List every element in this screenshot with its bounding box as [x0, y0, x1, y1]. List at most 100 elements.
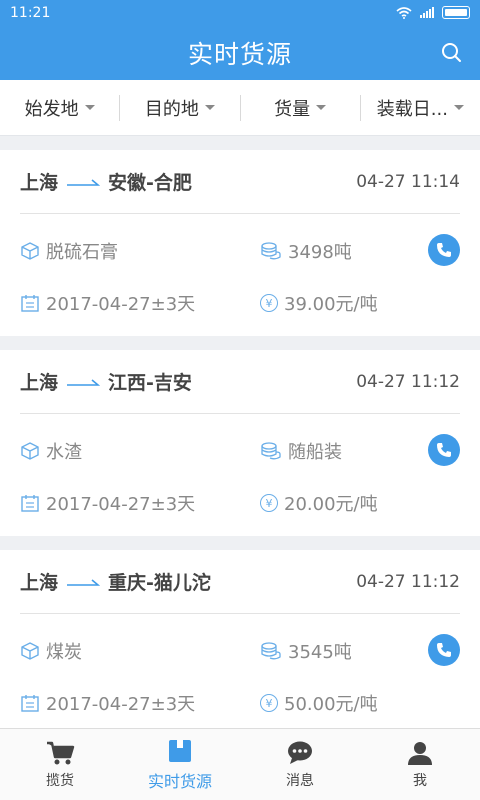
calendar-icon — [21, 295, 39, 312]
filter-quantity[interactable]: 货量 — [241, 94, 361, 121]
nav-label: 揽货 — [46, 772, 74, 789]
chat-icon — [288, 741, 312, 764]
filter-label: 货量 — [274, 98, 311, 120]
quantity-value: 随船装 — [288, 442, 342, 463]
freight-price: ¥ 20.00元/吨 — [260, 490, 378, 516]
route: 上海 江西-吉安 — [20, 368, 192, 395]
yen-icon: ¥ — [260, 694, 278, 712]
destination: 江西-吉安 — [108, 372, 192, 394]
nav-label: 实时货源 — [147, 771, 212, 791]
card-body: 水渣 随船装 2017-04-27±3天 ¥ 20.00元/吨 — [0, 414, 480, 536]
calendar-icon — [21, 695, 39, 712]
cube-icon — [21, 642, 39, 660]
caret-down-icon — [453, 105, 464, 110]
cargo-name: 水渣 — [46, 442, 82, 463]
cart-icon — [47, 741, 75, 764]
app-header: 实时货源 — [0, 25, 480, 80]
price-value: 39.00元/吨 — [284, 294, 378, 315]
nav-label: 我 — [413, 772, 427, 789]
cargo-quantity: 随船装 — [260, 438, 342, 464]
cargo-type: 水渣 — [20, 438, 82, 464]
post-time: 04-27 11:14 — [356, 171, 460, 192]
card-header: 上海 江西-吉安 04-27 11:12 — [20, 350, 460, 414]
user-icon — [408, 741, 432, 765]
route-arrow-icon — [67, 378, 101, 386]
phone-icon — [437, 643, 451, 657]
filter-label: 目的地 — [144, 98, 199, 120]
status-bar: 11:21 — [0, 0, 480, 25]
caret-down-icon — [316, 105, 327, 110]
wifi-icon — [396, 6, 412, 19]
cargo-type: 煤炭 — [20, 638, 82, 664]
caret-down-icon — [204, 105, 215, 110]
cargo-card[interactable]: 上海 重庆-猫儿沱 04-27 11:12 煤炭 3545吨 2017-04-2… — [0, 550, 480, 736]
cargo-card[interactable]: 上海 安徽-合肥 04-27 11:14 脱硫石膏 3498吨 2017-04-… — [0, 150, 480, 336]
nav-item-me[interactable]: 我 — [360, 729, 480, 800]
route-arrow-icon — [67, 178, 101, 186]
post-time: 04-27 11:12 — [356, 571, 460, 592]
caret-down-icon — [84, 105, 95, 110]
filter-label: 装载日... — [376, 98, 448, 120]
destination: 安徽-合肥 — [108, 172, 192, 194]
call-button[interactable] — [428, 634, 460, 666]
card-body: 脱硫石膏 3498吨 2017-04-27±3天 ¥ 39.00元/吨 — [0, 214, 480, 336]
page-title: 实时货源 — [187, 39, 292, 69]
status-time: 11:21 — [10, 4, 51, 21]
price-value: 20.00元/吨 — [284, 494, 378, 515]
yen-icon: ¥ — [260, 294, 278, 312]
cargo-card[interactable]: 上海 江西-吉安 04-27 11:12 水渣 随船装 2017-04-27±3… — [0, 350, 480, 536]
load-date: 2017-04-27±3天 — [20, 490, 195, 516]
origin: 上海 — [20, 372, 59, 394]
cargo-name: 脱硫石膏 — [46, 242, 118, 263]
call-button[interactable] — [428, 234, 460, 266]
load-date: 2017-04-27±3天 — [20, 690, 195, 716]
calendar-icon — [21, 495, 39, 512]
freight-price: ¥ 50.00元/吨 — [260, 690, 378, 716]
phone-icon — [437, 443, 451, 457]
date-value: 2017-04-27±3天 — [46, 294, 196, 315]
route: 上海 重庆-猫儿沱 — [20, 568, 211, 595]
box-icon — [169, 739, 191, 762]
card-body: 煤炭 3545吨 2017-04-27±3天 ¥ 50.00元/吨 — [0, 614, 480, 736]
cargo-name: 煤炭 — [46, 642, 82, 663]
coins-icon — [261, 642, 281, 660]
nav-label: 消息 — [286, 772, 314, 789]
freight-price: ¥ 39.00元/吨 — [260, 290, 378, 316]
cube-icon — [21, 442, 39, 460]
date-value: 2017-04-27±3天 — [46, 694, 196, 715]
search-icon[interactable] — [440, 41, 464, 65]
quantity-value: 3545吨 — [288, 642, 352, 663]
price-value: 50.00元/吨 — [284, 694, 378, 715]
date-value: 2017-04-27±3天 — [46, 494, 196, 515]
battery-icon — [442, 6, 470, 19]
cube-icon — [21, 242, 39, 260]
route-arrow-icon — [67, 578, 101, 586]
origin: 上海 — [20, 172, 59, 194]
filter-bar: 始发地 目的地 货量 装载日... — [0, 80, 480, 136]
post-time: 04-27 11:12 — [356, 371, 460, 392]
cargo-type: 脱硫石膏 — [20, 238, 118, 264]
filter-load-date[interactable]: 装载日... — [361, 95, 480, 121]
coins-icon — [261, 442, 281, 460]
filter-destination[interactable]: 目的地 — [120, 94, 241, 121]
card-header: 上海 安徽-合肥 04-27 11:14 — [20, 150, 460, 214]
bottom-nav: 揽货 实时货源 消息 我 — [0, 728, 480, 800]
nav-item-messages[interactable]: 消息 — [240, 729, 360, 800]
quantity-value: 3498吨 — [288, 242, 352, 263]
load-date: 2017-04-27±3天 — [20, 290, 195, 316]
cargo-quantity: 3545吨 — [260, 638, 352, 664]
call-button[interactable] — [428, 434, 460, 466]
coins-icon — [261, 242, 281, 260]
destination: 重庆-猫儿沱 — [108, 572, 211, 594]
status-icons — [396, 6, 470, 19]
filter-origin[interactable]: 始发地 — [0, 94, 121, 121]
nav-item-cargo-pickup[interactable]: 揽货 — [0, 729, 120, 800]
card-header: 上海 重庆-猫儿沱 04-27 11:12 — [20, 550, 460, 614]
origin: 上海 — [20, 572, 59, 594]
phone-icon — [437, 243, 451, 257]
cargo-quantity: 3498吨 — [260, 238, 352, 264]
signal-icon — [420, 7, 434, 18]
nav-item-live-cargo[interactable]: 实时货源 — [120, 729, 240, 800]
filter-label: 始发地 — [24, 98, 79, 120]
yen-icon: ¥ — [260, 494, 278, 512]
